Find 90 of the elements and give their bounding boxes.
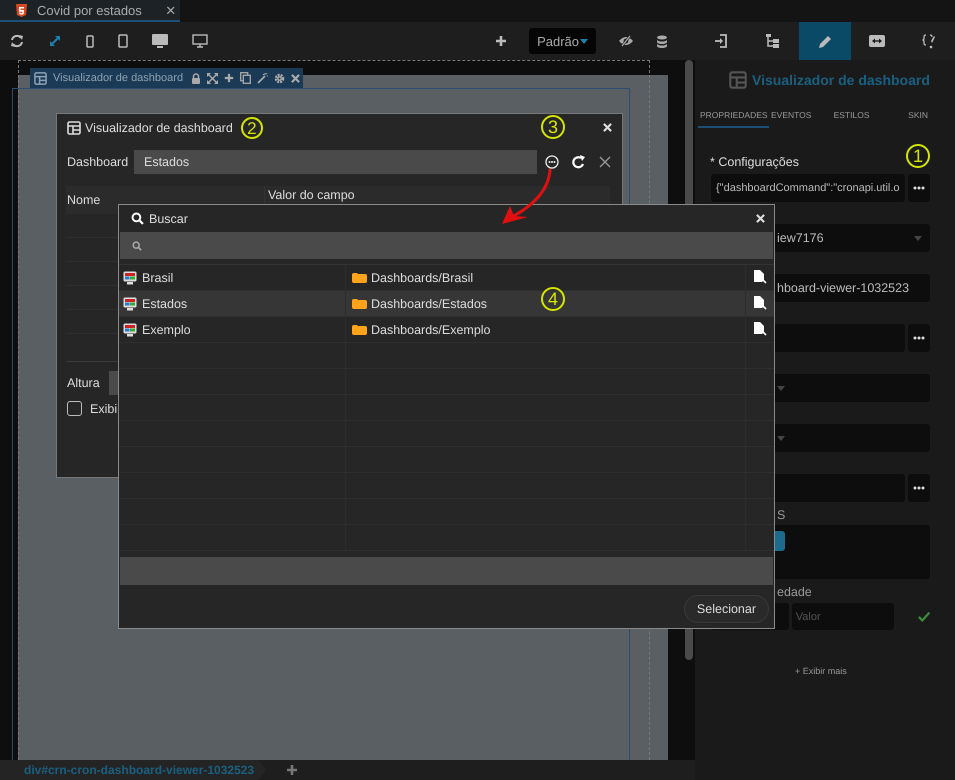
layout-icon: [729, 71, 747, 89]
show-more-link[interactable]: + Exibir mais: [795, 666, 930, 676]
lock-icon[interactable]: [191, 72, 202, 84]
step-number-badge: 2: [240, 117, 263, 139]
step-number-badge: 4: [541, 287, 565, 311]
properties-tab[interactable]: PROPRIEDADES: [698, 104, 769, 128]
search-icon: [132, 240, 142, 250]
field-label: Dashboard: [67, 155, 130, 169]
properties-tab[interactable]: SKIN: [904, 104, 930, 128]
refresh-icon[interactable]: [571, 154, 587, 170]
properties-tab[interactable]: ESTILOS: [834, 104, 904, 128]
clear-icon[interactable]: [599, 156, 611, 168]
pencil-icon[interactable]: [818, 34, 832, 48]
folder-icon: [352, 298, 367, 309]
dashboard-name: Estados: [142, 296, 188, 310]
caret-icon: [777, 436, 785, 440]
plus-icon[interactable]: [224, 73, 234, 83]
resize-arrow-icon[interactable]: [48, 34, 62, 48]
database-icon[interactable]: [656, 34, 668, 48]
dialog-title: Visualizador de dashboard: [85, 121, 233, 135]
component-title: Visualizador de dashboard: [53, 72, 184, 84]
folder-icon: [352, 272, 367, 283]
layout-icon: [34, 72, 47, 84]
plus-icon[interactable]: [495, 35, 508, 47]
more-icon: [913, 186, 925, 190]
document-pointer-icon[interactable]: [754, 322, 766, 337]
caret-icon: [914, 236, 922, 240]
file-tab[interactable]: Covid por estados ×: [0, 0, 180, 22]
dashboard-name: Exemplo: [142, 322, 191, 336]
caret-icon: [580, 38, 588, 44]
panel-title: Visualizador de dashboard: [752, 72, 930, 88]
tree-icon[interactable]: [766, 34, 780, 48]
document-pointer-icon[interactable]: [754, 296, 766, 311]
wand-icon[interactable]: [257, 72, 268, 84]
phone-icon[interactable]: [86, 34, 94, 48]
dashboard-path: Dashboards/Brasil: [371, 270, 474, 284]
layout-icon: [67, 121, 81, 135]
field-label: edade: [777, 585, 813, 599]
enter-icon[interactable]: [714, 34, 728, 48]
dashboard-field[interactable]: Estados: [134, 150, 537, 174]
monitor-icon: [123, 270, 137, 284]
more-icon: [913, 336, 925, 340]
close-button[interactable]: ×: [166, 2, 176, 18]
search-field[interactable]: [120, 232, 773, 259]
tablet-icon[interactable]: [118, 34, 128, 48]
arrow-annotation: [502, 168, 552, 224]
search-icon: [131, 212, 144, 225]
desktop-icon[interactable]: [152, 34, 168, 48]
more-icon[interactable]: [545, 155, 559, 169]
resize-horizontal-icon[interactable]: [869, 35, 885, 47]
shield-icon: [16, 4, 27, 16]
eye-slash-icon[interactable]: [618, 35, 634, 47]
monitor-icon: [123, 296, 137, 310]
properties-tab[interactable]: EVENTOS: [769, 104, 834, 128]
dialog-title: Buscar: [149, 212, 188, 226]
refresh-icon[interactable]: [10, 34, 24, 48]
checkbox[interactable]: [67, 401, 82, 416]
code-icon[interactable]: [922, 34, 936, 48]
field-label: * Configurações: [710, 155, 799, 169]
tab-title: Covid por estados: [37, 2, 142, 18]
field-label: Altura: [67, 376, 100, 390]
folder-icon: [352, 324, 367, 335]
add-icon[interactable]: [286, 764, 298, 776]
dashboard-path: Dashboards/Exemplo: [371, 322, 491, 336]
check-icon[interactable]: [918, 611, 930, 622]
dashboard-name: Brasil: [142, 270, 174, 284]
more-icon: [913, 486, 925, 490]
column-header: Valor do campo: [267, 187, 356, 202]
caret-icon: [777, 386, 785, 390]
copy-icon[interactable]: [240, 72, 252, 84]
gear-icon[interactable]: [274, 72, 286, 84]
checkbox-label: Exibi: [90, 402, 118, 416]
monitor-icon[interactable]: [192, 34, 208, 48]
monitor-icon: [123, 322, 137, 336]
field-label: S: [777, 508, 786, 522]
step-number-badge: 3: [541, 114, 565, 138]
step-number-badge: 1: [906, 144, 930, 168]
close-icon[interactable]: [291, 74, 300, 82]
more-button[interactable]: [908, 174, 930, 202]
more-button[interactable]: [908, 324, 930, 352]
more-button[interactable]: [908, 474, 930, 502]
select-button[interactable]: Selecionar: [684, 595, 769, 623]
document-pointer-icon[interactable]: [754, 270, 766, 285]
dashboard-path: Dashboards/Estados: [371, 296, 488, 310]
move-icon[interactable]: [207, 72, 218, 84]
value-field[interactable]: Valor: [792, 603, 894, 630]
config-field[interactable]: {"dashboardCommand":"cronapi.util.o: [711, 174, 905, 202]
preset-dropdown[interactable]: Padrão: [529, 28, 596, 54]
panel-tab[interactable]: [799, 22, 851, 60]
dashboard-row[interactable]: Exemplo Dashboards/Exemplo: [119, 317, 774, 343]
